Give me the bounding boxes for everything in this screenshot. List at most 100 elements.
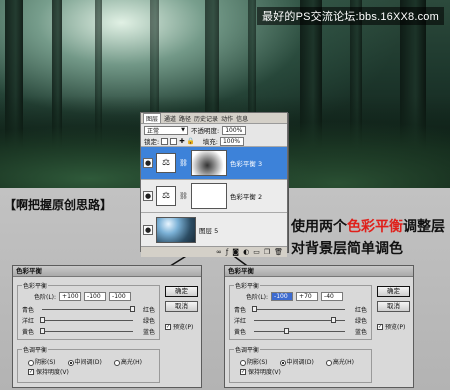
color-balance-dialog-2: 色彩平衡 色彩平衡 色阶(L): -100 +70 -40 青色 红色 洋红 绿…: [224, 265, 414, 388]
layer-row-image[interactable]: ● 图层 5: [141, 213, 287, 246]
color-balance-group: 色彩平衡 色阶(L): +100 -100 -100 青色 红色 洋红 绿色 黄…: [17, 281, 160, 340]
level-magenta-green-input[interactable]: -100: [84, 292, 107, 301]
cancel-button[interactable]: 取消: [165, 301, 198, 312]
tab-channels[interactable]: 通道: [164, 114, 176, 123]
opacity-label: 不透明度:: [191, 127, 220, 135]
preview-checkbox[interactable]: ✓ 预览(P): [377, 322, 405, 331]
preserve-luminosity-label: 保持明度(V): [36, 369, 69, 376]
slider-knob[interactable]: [40, 328, 45, 334]
link-icon[interactable]: ∞: [216, 248, 222, 256]
radio-icon: [240, 359, 246, 366]
dialog-title: 色彩平衡: [13, 266, 201, 277]
opacity-input[interactable]: 100%: [222, 125, 247, 135]
levels-row: 色阶(L): -100 +70 -40: [246, 292, 344, 301]
tab-actions[interactable]: 动作: [221, 114, 233, 123]
note-line-2: 对背景层简单调色: [291, 240, 403, 256]
eye-icon[interactable]: ●: [143, 224, 153, 235]
color-balance-group: 色彩平衡 色阶(L): -100 +70 -40 青色 红色 洋红 绿色 黄色 …: [229, 281, 372, 340]
tab-layers[interactable]: 图层: [143, 113, 162, 123]
slider-track[interactable]: [254, 331, 345, 332]
tone-label: 高光(H): [120, 359, 143, 366]
tone-label: 中间调(D): [74, 359, 102, 366]
tone-label: 高光(H): [332, 359, 355, 366]
slider-track[interactable]: [42, 309, 133, 310]
group-label: 色调平衡: [22, 345, 49, 354]
preserve-luminosity[interactable]: ✓ 保持明度(V): [240, 367, 281, 376]
new-layer-icon[interactable]: ❐: [264, 248, 270, 256]
level-cyan-red-input[interactable]: -100: [271, 292, 294, 301]
tone-options: 阴影(S) 中间调(D) 高光(H): [240, 357, 354, 366]
tone-balance-group: 色调平衡 阴影(S) 中间调(D) 高光(H) ✓ 保持明度(V): [17, 345, 160, 383]
preserve-luminosity-label: 保持明度(V): [248, 369, 281, 376]
tab-history[interactable]: 历史记录: [194, 114, 218, 123]
tab-info[interactable]: 信息: [236, 114, 248, 123]
layer-name: 色彩平衡 2: [229, 193, 263, 201]
blend-mode-select[interactable]: 正常 ▼: [144, 125, 188, 135]
layer-row-color-balance-3[interactable]: ● ⚖ ⛓ 色彩平衡 3: [141, 147, 287, 180]
slider-track[interactable]: [42, 320, 133, 321]
color-balance-dialog-1: 色彩平衡 色彩平衡 色阶(L): +100 -100 -100 青色 红色 洋红…: [12, 265, 202, 388]
layers-bottom-toolbar: ∞ ƒ ◙ ◐ ▭ ❐ 🗑: [141, 246, 287, 257]
tone-midtones[interactable]: 中间调(D): [67, 357, 102, 366]
layer-row-color-balance-2[interactable]: ● ⚖ ⛓ 色彩平衡 2: [141, 180, 287, 213]
layer-mask-thumbnail[interactable]: [190, 183, 227, 209]
level-yellow-blue-input[interactable]: -40: [321, 292, 344, 301]
cancel-button[interactable]: 取消: [377, 301, 410, 312]
layers-panel: 图层 通道 路径 历史记录 动作 信息 正常 ▼ 不透明度: 100% 锁定: ✚…: [140, 112, 288, 257]
slider-knob[interactable]: [331, 317, 336, 323]
tone-shadows[interactable]: 阴影(S): [28, 357, 56, 366]
checkbox-checked-icon: ✓: [28, 368, 34, 375]
fill-input[interactable]: 100%: [219, 136, 244, 146]
trash-icon[interactable]: 🗑: [274, 248, 283, 256]
blend-mode-value: 正常: [147, 127, 160, 135]
folder-icon[interactable]: ▭: [253, 248, 260, 256]
slider-left-label: 洋红: [22, 318, 35, 325]
fx-icon[interactable]: ƒ: [226, 248, 228, 256]
eye-icon[interactable]: ●: [143, 158, 153, 168]
layer-mask-thumbnail[interactable]: [190, 150, 227, 176]
tone-highlights[interactable]: 高光(H): [113, 357, 143, 366]
tab-paths[interactable]: 路径: [179, 114, 191, 123]
lock-position-icon[interactable]: ✚: [179, 137, 184, 145]
ok-button[interactable]: 确定: [377, 286, 410, 297]
image-thumbnail: [156, 216, 196, 243]
slider-right-label: 绿色: [142, 318, 155, 325]
lock-transparency-icon[interactable]: [161, 137, 169, 145]
slider-left-label: 黄色: [234, 329, 247, 336]
note-highlight: 色彩平衡: [347, 218, 403, 234]
slider-left-label: 青色: [22, 307, 35, 314]
lock-pixels-icon[interactable]: [170, 137, 178, 145]
slider-left-label: 黄色: [22, 329, 35, 336]
tone-midtones[interactable]: 中间调(D): [279, 357, 314, 366]
note-original-idea: 【啊把握原创思路】: [4, 198, 113, 212]
slider-knob[interactable]: [284, 328, 289, 334]
lock-label: 锁定:: [144, 138, 160, 146]
tone-highlights[interactable]: 高光(H): [325, 357, 355, 366]
tone-shadows[interactable]: 阴影(S): [240, 357, 268, 366]
radio-checked-icon: [67, 359, 74, 366]
slider-knob[interactable]: [130, 306, 135, 312]
watermark-banner: 最好的PS交流论坛:bbs.16XX8.com: [257, 7, 444, 25]
note-text: 使用两个: [291, 218, 347, 234]
mask-icon[interactable]: ◙: [232, 248, 239, 256]
preview-checkbox[interactable]: ✓ 预览(P): [165, 322, 193, 331]
note-text: 调整层: [403, 218, 445, 234]
adjustment-icon[interactable]: ◐: [243, 248, 249, 256]
levels-label: 色阶(L):: [34, 294, 57, 301]
slider-yellow-blue: 黄色 蓝色: [234, 327, 367, 336]
lock-all-icon[interactable]: 🔒: [187, 137, 195, 145]
eye-icon[interactable]: ●: [143, 191, 153, 201]
slider-left-label: 青色: [234, 307, 247, 314]
level-magenta-green-input[interactable]: +70: [296, 292, 319, 301]
slider-knob[interactable]: [40, 317, 45, 323]
slider-track[interactable]: [254, 309, 345, 310]
opacity-value: 100%: [225, 126, 243, 134]
slider-track[interactable]: [42, 331, 133, 332]
level-cyan-red-input[interactable]: +100: [59, 292, 82, 301]
preserve-luminosity[interactable]: ✓ 保持明度(V): [28, 367, 69, 376]
tone-balance-group: 色调平衡 阴影(S) 中间调(D) 高光(H) ✓ 保持明度(V): [229, 345, 372, 383]
ok-button[interactable]: 确定: [165, 286, 198, 297]
slider-magenta-green: 洋红 绿色: [22, 316, 155, 325]
level-yellow-blue-input[interactable]: -100: [109, 292, 132, 301]
slider-knob[interactable]: [252, 306, 257, 312]
